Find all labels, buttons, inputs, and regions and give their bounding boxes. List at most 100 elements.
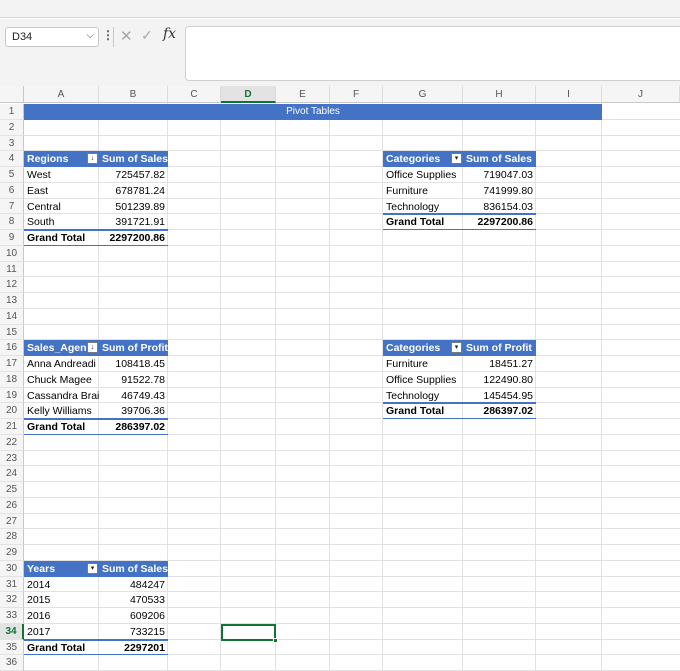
row-header-34[interactable]: 34: [0, 623, 24, 640]
row-header-18[interactable]: 18: [0, 371, 24, 388]
pivot-regions-value-header[interactable]: Sum of Sales: [99, 151, 168, 168]
pivot-regions-value[interactable]: 678781.24: [99, 183, 168, 199]
row-header-24[interactable]: 24: [0, 466, 24, 482]
pivot-categories-sales-value[interactable]: 741999.80: [463, 183, 536, 199]
pivot-years-row-label[interactable]: 2014: [24, 577, 99, 593]
row-header-31[interactable]: 31: [0, 576, 24, 593]
pivot-categories-sales-row-label[interactable]: Office Supplies: [383, 167, 463, 183]
pivot-categories-sales-grand-total-label[interactable]: Grand Total: [383, 214, 463, 230]
pivot-categories-profit-value[interactable]: 145454.95: [463, 388, 536, 404]
row-header-10[interactable]: 10: [0, 245, 24, 262]
row-header-14[interactable]: 14: [0, 308, 24, 325]
column-header-j[interactable]: J: [602, 86, 680, 103]
row-header-5[interactable]: 5: [0, 167, 24, 183]
pivot-sales-agents-grand-total-value[interactable]: 286397.02: [99, 419, 168, 435]
row-header-4[interactable]: 4: [0, 151, 24, 167]
row-header-11[interactable]: 11: [0, 261, 24, 278]
pivot-categories-sales-value[interactable]: 719047.03: [463, 167, 536, 183]
pivot-regions-value[interactable]: 501239.89: [99, 199, 168, 215]
pivot-regions-value[interactable]: 391721.91: [99, 214, 168, 230]
pivot-regions-row-label[interactable]: West: [24, 167, 99, 183]
pivot-categories-profit-row-label-header[interactable]: Categories ▾: [383, 340, 463, 357]
pivot-categories-sales-value[interactable]: 836154.03: [463, 199, 536, 215]
pivot-sales-agents-grand-total-label[interactable]: Grand Total: [24, 419, 99, 435]
filter-dropdown-icon[interactable]: ↓: [87, 342, 98, 354]
column-header-b[interactable]: B: [99, 86, 168, 103]
pivot-sales-agents-value[interactable]: 46749.43: [99, 388, 168, 404]
row-header-27[interactable]: 27: [0, 513, 24, 530]
pivot-categories-profit-value-header[interactable]: Sum of Profit: [463, 340, 536, 357]
row-header-9[interactable]: 9: [0, 230, 24, 246]
column-header-f[interactable]: F: [330, 86, 383, 103]
row-header-21[interactable]: 21: [0, 419, 24, 435]
pivot-categories-profit-grand-total-value[interactable]: 286397.02: [463, 403, 536, 419]
pivot-years-row-label[interactable]: 2017: [24, 624, 99, 640]
pivot-years-value[interactable]: 484247: [99, 577, 168, 593]
row-header-29[interactable]: 29: [0, 545, 24, 561]
row-header-12[interactable]: 12: [0, 277, 24, 293]
row-header-26[interactable]: 26: [0, 497, 24, 514]
filter-dropdown-icon[interactable]: ▾: [451, 342, 462, 354]
column-header-d[interactable]: D: [221, 86, 276, 103]
pivot-sales-agents-value[interactable]: 108418.45: [99, 356, 168, 372]
pivot-years-row-label[interactable]: 2016: [24, 608, 99, 624]
row-header-22[interactable]: 22: [0, 434, 24, 451]
pivot-categories-sales-row-label[interactable]: Furniture: [383, 183, 463, 199]
filter-dropdown-icon[interactable]: ▾: [87, 562, 98, 574]
pivot-years-value-header[interactable]: Sum of Sales: [99, 560, 168, 577]
pivot-years-grand-total-value[interactable]: 2297201: [99, 640, 168, 656]
pivot-regions-row-label[interactable]: South: [24, 214, 99, 230]
pivot-categories-sales-row-label-header[interactable]: Categories ▾: [383, 151, 463, 168]
pivot-categories-profit-row-label[interactable]: Furniture: [383, 356, 463, 372]
row-header-2[interactable]: 2: [0, 119, 24, 136]
column-header-a[interactable]: A: [24, 86, 99, 103]
row-header-25[interactable]: 25: [0, 482, 24, 498]
pivot-categories-profit-row-label[interactable]: Office Supplies: [383, 372, 463, 388]
pivot-sales-agents-row-label[interactable]: Anna Andreadi: [24, 356, 99, 372]
pivot-sales-agents-row-label[interactable]: Chuck Magee: [24, 372, 99, 388]
pivot-regions-value[interactable]: 725457.82: [99, 167, 168, 183]
cancel-icon[interactable]: ✕: [120, 27, 133, 45]
fill-handle[interactable]: [273, 638, 278, 643]
row-header-16[interactable]: 16: [0, 340, 24, 356]
pivot-years-row-label[interactable]: 2015: [24, 592, 99, 608]
pivot-title-banner[interactable]: Pivot Tables: [24, 104, 602, 120]
pivot-categories-profit-grand-total-label[interactable]: Grand Total: [383, 403, 463, 419]
row-header-13[interactable]: 13: [0, 293, 24, 309]
pivot-sales-agents-value[interactable]: 39706.36: [99, 403, 168, 419]
pivot-categories-sales-row-label[interactable]: Technology: [383, 199, 463, 215]
row-header-1[interactable]: 1: [0, 104, 24, 120]
pivot-categories-profit-value[interactable]: 122490.80: [463, 372, 536, 388]
column-header-i[interactable]: I: [536, 86, 602, 103]
pivot-sales-agents-value-header[interactable]: Sum of Profit: [99, 340, 168, 357]
column-header-c[interactable]: C: [168, 86, 221, 103]
pivot-years-value[interactable]: 733215: [99, 624, 168, 640]
column-header-g[interactable]: G: [383, 86, 463, 103]
pivot-sales-agents-value[interactable]: 91522.78: [99, 372, 168, 388]
column-header-e[interactable]: E: [276, 86, 330, 103]
pivot-categories-sales-grand-total-value[interactable]: 2297200.86: [463, 214, 536, 230]
row-header-8[interactable]: 8: [0, 214, 24, 230]
pivot-regions-row-label[interactable]: Central: [24, 199, 99, 215]
enter-icon[interactable]: ✓: [141, 27, 153, 44]
pivot-regions-row-label[interactable]: East: [24, 183, 99, 199]
column-header-h[interactable]: H: [463, 86, 536, 103]
pivot-years-value[interactable]: 470533: [99, 592, 168, 608]
pivot-years-row-label-header[interactable]: Years ▾: [24, 560, 99, 577]
pivot-years-grand-total-label[interactable]: Grand Total: [24, 640, 99, 656]
row-header-19[interactable]: 19: [0, 387, 24, 404]
pivot-categories-sales-value-header[interactable]: Sum of Sales: [463, 151, 536, 168]
row-header-3[interactable]: 3: [0, 135, 24, 152]
filter-dropdown-icon[interactable]: ▾: [451, 153, 462, 165]
row-header-36[interactable]: 36: [0, 655, 24, 671]
row-header-7[interactable]: 7: [0, 198, 24, 215]
name-box[interactable]: D34 ⌵: [5, 27, 99, 47]
pivot-sales-agents-row-label[interactable]: Cassandra Brai: [24, 388, 99, 404]
insert-function-icon[interactable]: fx: [163, 26, 176, 42]
pivot-sales-agents-row-label-header[interactable]: Sales_Agen ↓: [24, 340, 99, 357]
select-all-corner[interactable]: [0, 86, 24, 103]
pivot-categories-profit-row-label[interactable]: Technology: [383, 388, 463, 404]
row-header-28[interactable]: 28: [0, 529, 24, 545]
pivot-regions-row-label-header[interactable]: Regions ↓: [24, 151, 99, 168]
pivot-categories-profit-value[interactable]: 18451.27: [463, 356, 536, 372]
